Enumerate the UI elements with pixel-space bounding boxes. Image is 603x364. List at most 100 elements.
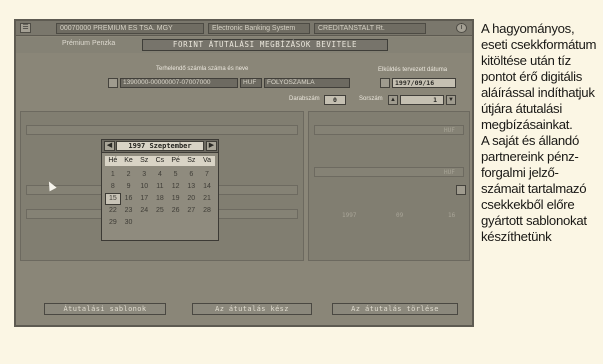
bank-name-field: CREDITANSTALT Rt. xyxy=(314,23,426,34)
account-picker-icon[interactable] xyxy=(108,78,118,88)
title-bar: ☰ 00070000 PREMIUM ES TSA. MGY Electroni… xyxy=(16,21,472,36)
calendar-day[interactable]: 23 xyxy=(121,205,137,217)
screen-title-banner: FORINT ÁTUTALÁSI MEGBÍZÁSOK BEVITELE xyxy=(142,39,388,51)
calendar-day[interactable]: 14 xyxy=(199,181,215,193)
calendar-weekday-row: Hé Ke Sz Cs Pé Sz Va xyxy=(105,156,215,166)
date-picker-icon[interactable] xyxy=(380,78,390,88)
calendar-week-row: 29 30 xyxy=(105,217,215,229)
debit-account-label: Terhelendő számla száma és neve xyxy=(156,66,249,72)
weekday-label: Va xyxy=(202,157,211,164)
send-date-field[interactable]: 1997/09/16 xyxy=(392,78,456,88)
transfer-delete-button[interactable]: Az átutalás törlése xyxy=(332,303,458,315)
count-label: Darabszám xyxy=(289,96,320,102)
debit-account-number-field[interactable]: 1390000-00000007-07007000 xyxy=(120,78,238,88)
payer-line-1[interactable] xyxy=(26,125,298,135)
calendar-day[interactable]: 15 xyxy=(105,193,121,205)
serial-label: Sorszám xyxy=(359,96,383,102)
calendar-day[interactable]: 5 xyxy=(168,169,184,181)
caption-line: eseti csekkformátum xyxy=(481,37,597,52)
calendar-header: ◀ 1997 Szeptember ▶ xyxy=(102,140,218,153)
footer-day: 16 xyxy=(448,212,456,219)
calendar-day[interactable]: 11 xyxy=(152,181,168,193)
weekday-label: Cs xyxy=(155,157,165,164)
next-month-icon[interactable]: ▶ xyxy=(206,141,217,151)
prev-month-icon[interactable]: ◀ xyxy=(104,141,115,151)
caption-line: pontot érő digitális xyxy=(481,69,583,84)
amount-currency-2: HUF xyxy=(444,169,455,176)
info-icon[interactable]: i xyxy=(456,23,467,33)
serial-field[interactable]: 1 xyxy=(400,95,444,105)
calendar-day[interactable]: 13 xyxy=(183,181,199,193)
calendar-day[interactable]: 17 xyxy=(136,193,152,205)
calendar-day[interactable]: 2 xyxy=(121,169,137,181)
caption-line: csekkekből előre xyxy=(481,197,575,212)
account-info-field: 00070000 PREMIUM ES TSA. MGY xyxy=(56,23,204,34)
calendar-day[interactable]: 18 xyxy=(152,193,168,205)
calendar-day[interactable]: 27 xyxy=(183,205,199,217)
calendar-day[interactable]: 6 xyxy=(183,169,199,181)
send-date-label: Elküldés tervezett dátuma xyxy=(378,67,448,73)
calendar-day[interactable]: 10 xyxy=(136,181,152,193)
caption-line: számait tartalmazó xyxy=(481,181,587,196)
calendar-day[interactable]: 1 xyxy=(105,169,121,181)
caption-line: aláírással indíthatjuk xyxy=(481,85,595,100)
calendar-month-label: 1997 Szeptember xyxy=(116,141,204,151)
calendar-day[interactable]: 19 xyxy=(168,193,184,205)
module-bar: Prémium Penzka FORINT ÁTUTALÁSI MEGBÍZÁS… xyxy=(16,37,472,53)
currency-field: HUF xyxy=(240,78,262,88)
calendar-day[interactable]: 8 xyxy=(105,181,121,193)
caption-line: partnereink pénz- xyxy=(481,149,579,164)
calendar-day[interactable]: 7 xyxy=(199,169,215,181)
calendar-day[interactable]: 28 xyxy=(199,205,215,217)
caption-line: készíthetünk xyxy=(481,229,552,244)
calendar-week-row: 8 9 10 11 12 13 14 xyxy=(105,181,215,193)
calendar-empty-cell xyxy=(152,217,168,229)
weekday-label: Hé xyxy=(108,157,118,164)
footer-year: 1997 xyxy=(342,212,357,219)
transfer-done-button[interactable]: Az átutalás kész xyxy=(192,303,312,315)
calendar-day[interactable]: 26 xyxy=(168,205,184,217)
calendar-day-grid: 1 2 3 4 5 6 7 8 9 10 11 12 13 14 15 16 17 18 19 20 21 22 23 24 2… xyxy=(105,169,215,229)
window-menu-icon[interactable]: ☰ xyxy=(20,23,31,33)
account-type-field: FOLYÓSZÁMLA xyxy=(264,78,350,88)
calendar-empty-cell xyxy=(136,217,152,229)
weekday-label: Sz xyxy=(140,157,149,164)
calendar-day[interactable]: 16 xyxy=(121,193,137,205)
count-field: 0 xyxy=(324,95,346,105)
calendar-day[interactable]: 4 xyxy=(152,169,168,181)
calendar-empty-cell xyxy=(168,217,184,229)
calendar-day[interactable]: 30 xyxy=(121,217,137,229)
calendar-day[interactable]: 3 xyxy=(136,169,152,181)
calendar-day[interactable]: 24 xyxy=(136,205,152,217)
serial-down-icon[interactable]: ▼ xyxy=(446,95,456,105)
calendar-day[interactable]: 21 xyxy=(199,193,215,205)
calendar-day[interactable]: 9 xyxy=(121,181,137,193)
calendar-week-row: 15 16 17 18 19 20 21 xyxy=(105,193,215,205)
amount-line-1[interactable] xyxy=(314,125,464,135)
caption-line: útjára átutalási xyxy=(481,101,562,116)
transfer-templates-button[interactable]: Átutalási sablonok xyxy=(44,303,166,315)
weekday-label: Sz xyxy=(187,157,196,164)
calendar-empty-cell xyxy=(183,217,199,229)
amount-line-2[interactable] xyxy=(314,167,464,177)
serial-up-icon[interactable]: ▲ xyxy=(388,95,398,105)
calendar-day[interactable]: 22 xyxy=(105,205,121,217)
date-picker-calendar: ◀ 1997 Szeptember ▶ Hé Ke Sz Cs Pé Sz Va… xyxy=(101,139,219,241)
calendar-empty-cell xyxy=(199,217,215,229)
system-name-field: Electronic Banking System xyxy=(208,23,310,34)
caption-line: gyártott sablonokat xyxy=(481,213,587,228)
caption-line: A hagyományos, xyxy=(481,21,575,36)
calendar-day[interactable]: 12 xyxy=(168,181,184,193)
calendar-week-row: 22 23 24 25 26 27 28 xyxy=(105,205,215,217)
amount-note-icon[interactable] xyxy=(456,185,466,195)
module-label: Prémium Penzka xyxy=(62,40,116,47)
banking-app-window: ☰ 00070000 PREMIUM ES TSA. MGY Electroni… xyxy=(14,19,474,327)
caption-line: forgalmi jelző- xyxy=(481,165,559,180)
weekday-label: Ke xyxy=(124,157,133,164)
caption-line: megbízásainkat. xyxy=(481,117,573,132)
calendar-day[interactable]: 29 xyxy=(105,217,121,229)
amount-currency-1: HUF xyxy=(444,127,455,134)
calendar-day[interactable]: 20 xyxy=(183,193,199,205)
calendar-day[interactable]: 25 xyxy=(152,205,168,217)
caption-line: kitöltése után tíz xyxy=(481,53,571,68)
